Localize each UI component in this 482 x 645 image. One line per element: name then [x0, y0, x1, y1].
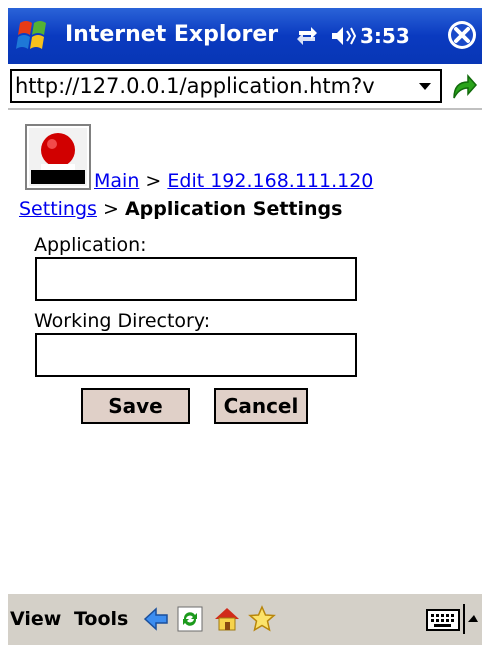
close-icon[interactable]	[446, 19, 478, 51]
app-logo-icon	[25, 124, 91, 190]
url-text[interactable]: http://127.0.0.1/application.htm?v	[15, 73, 399, 100]
application-label: Application:	[34, 234, 147, 256]
refresh-icon[interactable]	[176, 605, 204, 633]
breadcrumb: Main > Edit 192.168.111.120	[94, 169, 373, 193]
working-directory-label: Working Directory:	[34, 310, 211, 332]
breadcrumb-settings-link[interactable]: Settings	[19, 198, 97, 220]
breadcrumb-separator: >	[102, 198, 119, 220]
go-arrow-icon[interactable]	[448, 72, 478, 102]
application-input[interactable]	[35, 257, 357, 301]
tools-menu[interactable]: Tools	[74, 607, 128, 631]
pocket-ie-window: Internet Explorer 3:53 http://127.0.0.1/…	[0, 0, 482, 645]
window-title: Internet Explorer	[65, 22, 279, 47]
start-flag-icon[interactable]	[12, 17, 54, 57]
page-content: Main > Edit 192.168.111.120 Settings > A…	[8, 112, 482, 592]
volume-icon[interactable]	[330, 24, 356, 48]
back-arrow-icon[interactable]	[142, 605, 170, 633]
favorites-star-icon[interactable]	[248, 605, 276, 633]
cancel-button[interactable]: Cancel	[214, 388, 308, 424]
connectivity-icon[interactable]	[295, 23, 319, 49]
url-field[interactable]: http://127.0.0.1/application.htm?v	[10, 69, 442, 103]
breadcrumb-separator: >	[145, 170, 162, 192]
breadcrumb-current: Application Settings	[124, 198, 343, 220]
view-menu[interactable]: View	[10, 607, 61, 631]
working-directory-input[interactable]	[35, 333, 357, 377]
breadcrumb-continued: Settings > Application Settings	[19, 197, 342, 221]
breadcrumb-edit-link[interactable]: Edit 192.168.111.120	[167, 170, 373, 192]
dropdown-arrow-icon[interactable]	[412, 73, 438, 99]
save-button[interactable]: Save	[81, 388, 190, 424]
address-bar: http://127.0.0.1/application.htm?v	[8, 64, 482, 110]
clock[interactable]: 3:53	[360, 22, 410, 50]
bottom-menu-bar: View Tools	[8, 592, 482, 645]
breadcrumb-main-link[interactable]: Main	[94, 170, 139, 192]
title-bar: Internet Explorer 3:53	[8, 8, 482, 64]
keyboard-icon[interactable]	[426, 607, 460, 633]
home-icon[interactable]	[213, 605, 241, 633]
sip-up-arrow-icon[interactable]	[463, 604, 479, 634]
